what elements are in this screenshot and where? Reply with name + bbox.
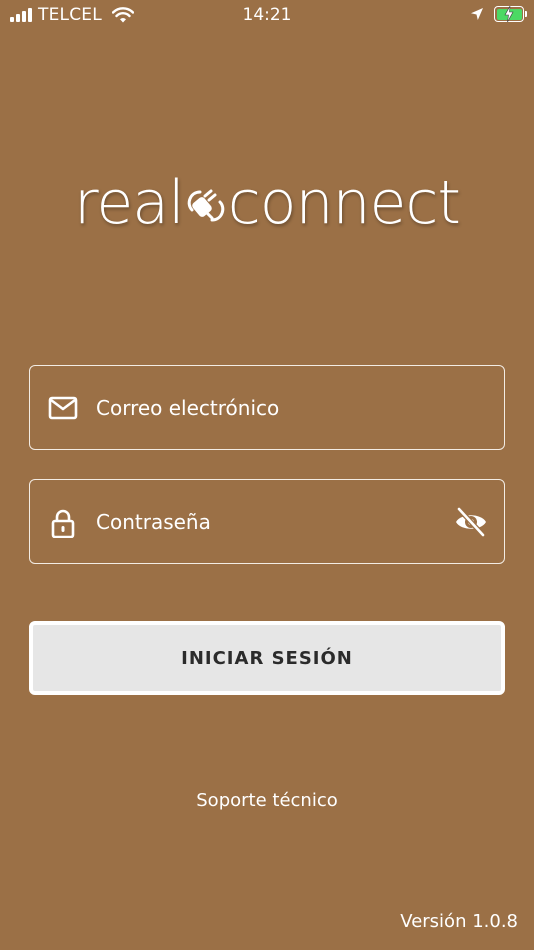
lock-icon	[51, 509, 75, 538]
battery-icon	[494, 6, 527, 22]
eye-off-icon[interactable]	[454, 506, 488, 538]
logo-text-left: real	[74, 168, 185, 238]
location-icon	[471, 8, 483, 20]
status-bar: TELCEL 14:21	[0, 0, 534, 32]
support-link[interactable]: Soporte técnico	[0, 790, 534, 811]
plug-icon	[187, 189, 224, 222]
mail-icon	[48, 396, 78, 420]
email-input[interactable]	[96, 366, 444, 449]
password-input[interactable]	[96, 480, 444, 563]
status-time: 14:21	[242, 5, 292, 25]
email-field[interactable]	[29, 365, 505, 450]
password-field[interactable]	[29, 479, 505, 564]
logo-text-right: connect	[227, 168, 461, 238]
status-right	[470, 6, 527, 22]
login-button[interactable]: INICIAR SESIÓN	[29, 621, 505, 695]
version-label: Versión 1.0.8	[400, 911, 518, 932]
app-logo: real connect	[0, 168, 534, 238]
